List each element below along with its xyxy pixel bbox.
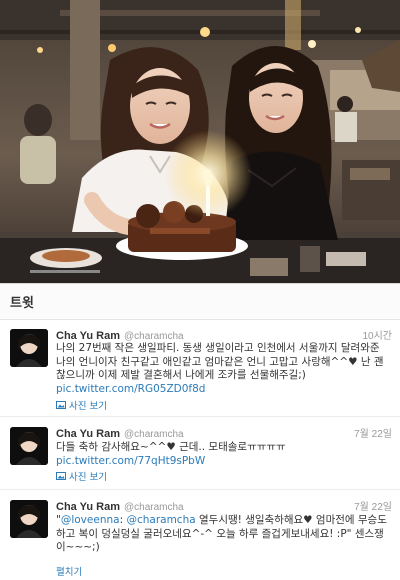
tweet-header: Cha Yu Ram @charamcha 7월 22일	[56, 498, 392, 513]
view-photo-label: 사진 보기	[69, 472, 107, 483]
avatar[interactable]	[10, 329, 48, 367]
tweet-text: 다들 축하 감사해요~^^♥ 근데.. 모태솔로ㅠㅠㅠㅠ pic.twitter…	[56, 441, 392, 468]
tweet-photo-link[interactable]: pic.twitter.com/77qHt9sPbW	[56, 455, 205, 467]
photo-scene	[0, 0, 400, 283]
tweet-body: 나의 27번째 작은 생일파티. 동생 생일이라고 인천에서 서울까지 달려와준…	[56, 342, 384, 381]
tweet-author-handle[interactable]: @charamcha	[124, 331, 184, 342]
tweet-body: 다들 축하 감사해요~^^♥ 근데.. 모태솔로ㅠㅠㅠㅠ	[56, 441, 286, 453]
tweet-author-name[interactable]: Cha Yu Ram	[56, 501, 120, 513]
tweet-mention[interactable]: @charamcha	[126, 514, 195, 526]
tweet-2[interactable]: Cha Yu Ram @charamcha 7월 22일 다들 축하 감사해요~…	[0, 418, 400, 490]
view-photo-label: 사진 보기	[69, 401, 107, 412]
profile-avatar-icon	[10, 500, 48, 538]
birthday-photo	[0, 0, 400, 283]
avatar[interactable]	[10, 500, 48, 538]
tweet-text: 나의 27번째 작은 생일파티. 동생 생일이라고 인천에서 서울까지 달려와준…	[56, 342, 392, 396]
tweet-photo-link[interactable]: pic.twitter.com/RG05ZD0f8d	[56, 383, 205, 395]
tweet-author-handle[interactable]: @charamcha	[124, 429, 184, 440]
profile-avatar-icon	[10, 427, 48, 465]
tweet-timestamp[interactable]: 7월 22일	[354, 498, 392, 513]
tweet-timestamp[interactable]: 10시간	[362, 327, 392, 342]
tweet-1[interactable]: Cha Yu Ram @charamcha 10시간 나의 27번째 작은 생일…	[0, 321, 400, 417]
photo-icon	[56, 401, 66, 409]
panel-title: 트윗	[10, 296, 34, 311]
tweet-text: "@loveenna: @charamcha 열두시땡! 생일축하해요♥ 엄마전…	[56, 514, 392, 555]
tweet-header: Cha Yu Ram @charamcha 10시간	[56, 327, 392, 342]
tweet-author-name[interactable]: Cha Yu Ram	[56, 428, 120, 440]
tweet-author-name[interactable]: Cha Yu Ram	[56, 330, 120, 342]
tweet-header: Cha Yu Ram @charamcha 7월 22일	[56, 425, 392, 440]
tweet-mention[interactable]: @loveenna	[61, 514, 120, 526]
tweet-timestamp[interactable]: 7월 22일	[354, 425, 392, 440]
expand-tweet-button[interactable]: 펼치기	[56, 565, 83, 578]
tweet-3[interactable]: Cha Yu Ram @charamcha 7월 22일 "@loveenna:…	[0, 491, 400, 580]
panel-header: 트윗	[0, 284, 400, 320]
profile-avatar-icon	[10, 329, 48, 367]
avatar[interactable]	[10, 427, 48, 465]
view-photo-button[interactable]: 사진 보기	[56, 470, 107, 483]
tweet-author-handle[interactable]: @charamcha	[124, 502, 184, 513]
tweets-panel: 트윗 Cha Yu Ram @charamcha 10시간 나의 27번째 작은…	[0, 283, 400, 580]
expand-label: 펼치기	[56, 567, 83, 578]
view-photo-button[interactable]: 사진 보기	[56, 399, 107, 412]
photo-icon	[56, 472, 66, 480]
